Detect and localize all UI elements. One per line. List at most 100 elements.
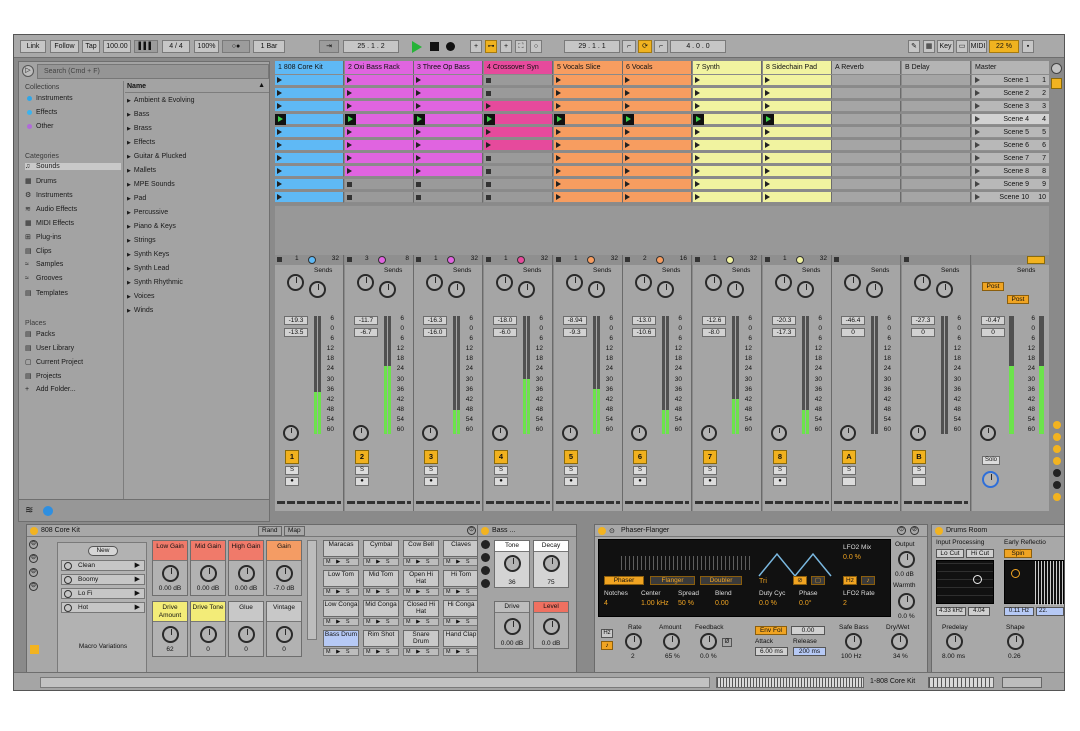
name-item-6[interactable]: ▶ MPE Sounds [127,181,175,188]
predelay-knob[interactable] [946,633,963,650]
clip-launch-icon[interactable] [625,90,630,96]
crossfade-assign[interactable] [347,501,411,504]
stop-all-icon[interactable] [486,257,491,262]
clip-slot[interactable] [275,166,344,177]
release-field[interactable]: 200 ms [793,647,826,656]
send-b-knob[interactable] [518,281,535,298]
name-item-12[interactable]: ▶ Synth Lead [127,265,169,272]
clip-slot[interactable] [484,140,553,151]
clip-slot[interactable] [832,140,901,151]
name-item-1[interactable]: ▶ Bass [127,111,149,118]
variation-apply-icon[interactable]: ▶ [135,603,140,611]
expand-arrow-icon[interactable]: ▶ [127,126,131,132]
tap-button[interactable]: Tap [82,40,100,53]
clip-slot[interactable] [623,192,692,203]
duty-cycle-value[interactable]: 0.0 % [759,600,777,607]
clip-slot[interactable] [554,179,623,190]
show-macros-icon[interactable]: ⊖ [29,540,38,549]
volume-field[interactable]: -12.6 [702,316,726,325]
attack-field[interactable]: 6.00 ms [755,647,788,656]
clip-slot[interactable] [554,127,623,138]
playing-icon[interactable] [278,116,283,122]
clip-launch-icon[interactable] [277,181,282,187]
solo-button[interactable]: S [912,466,926,475]
clip-launch-icon[interactable] [347,103,352,109]
macro-3[interactable]: Gain -7.0 dB [266,540,302,596]
clip-launch-icon[interactable] [765,103,770,109]
clip-slot[interactable] [902,127,971,138]
playing-icon[interactable] [417,116,422,122]
drum-pad-13[interactable]: Rim Shot [363,630,399,647]
phaser-expand-icon[interactable]: ⊙ [609,526,615,538]
stop-all-clips-icon[interactable] [1027,256,1045,264]
clip-slot[interactable] [763,101,832,112]
arm-button[interactable]: ● [285,477,299,486]
clip-slot[interactable] [414,88,483,99]
name-item-2[interactable]: ▶ Brass [127,125,152,132]
pan-knob[interactable] [910,425,926,441]
io-toggle-icon[interactable] [1053,421,1061,429]
clip-slot[interactable] [275,192,344,203]
macro-1[interactable]: Mid Gain 0.00 dB [190,540,226,596]
clip-launch-icon[interactable] [416,129,421,135]
clip-slot[interactable] [554,101,623,112]
bass-button-4-icon[interactable] [481,579,490,588]
clip-slot[interactable] [902,114,971,125]
name-column-header[interactable]: Name ▲ [125,80,269,93]
pan-field[interactable]: -6.0 [493,328,517,337]
category-item-8[interactable]: ≈ Grooves [25,275,121,282]
clip-slot[interactable] [345,88,414,99]
send-a-knob[interactable] [775,274,792,291]
clip-slot[interactable] [623,179,692,190]
crossfade-assign[interactable] [556,501,620,504]
name-item-14[interactable]: ▶ Voices [127,293,154,300]
clip-slot[interactable] [902,153,971,164]
clip-launch-icon[interactable] [695,103,700,109]
arm-button[interactable]: ● [773,477,787,486]
send-b-knob[interactable] [936,281,953,298]
send-a-knob[interactable] [635,274,652,291]
solo-button[interactable]: S [494,466,508,475]
volume-field[interactable]: -19.3 [284,316,308,325]
drive-knob[interactable] [504,618,521,635]
clip-slot[interactable] [902,179,971,190]
env-amount-field[interactable]: 0.00 [791,626,825,635]
clip-slot[interactable] [763,192,832,203]
clip-slot[interactable] [414,127,483,138]
name-item-3[interactable]: ▶ Effects [127,139,155,146]
variation-row[interactable]: Lo Fi ▶ [61,588,145,599]
track-header-6[interactable]: 7 Synth [693,61,762,74]
track-header-4[interactable]: 5 Vocals Slice [554,61,623,74]
clip-slot[interactable] [623,153,692,164]
clip-slot[interactable] [693,101,762,112]
master-pan-field[interactable]: 0 [981,328,1005,337]
new-variation-button[interactable]: New [88,546,118,556]
warmth-knob[interactable] [898,593,915,610]
clip-slot[interactable] [414,140,483,151]
clip-launch-icon[interactable] [695,142,700,148]
loop-start[interactable]: 29 . 1 . 1 [564,40,620,53]
track-activator[interactable]: 4 [494,450,508,464]
phaser-param-value[interactable]: 50 % [678,600,694,607]
pad-mute-play-solo[interactable]: M ▶ S [363,588,399,596]
clip-slot[interactable] [693,140,762,151]
clip-launch-icon[interactable] [625,142,630,148]
variation-apply-icon[interactable]: ▶ [135,561,140,569]
clip-launch-icon[interactable] [765,90,770,96]
expand-arrow-icon[interactable]: ▶ [127,196,131,202]
clip-launch-icon[interactable] [277,103,282,109]
clip-launch-icon[interactable] [556,129,561,135]
macro-knob[interactable] [162,626,179,643]
pan-field[interactable]: -13.5 [284,328,308,337]
master-volume-field[interactable]: -0.47 [981,316,1005,325]
clip-slot[interactable] [345,114,414,125]
name-item-15[interactable]: ▶ Winds [127,307,153,314]
clip-launch-icon[interactable] [625,129,630,135]
stop-all-icon[interactable] [416,257,421,262]
doubler-mode-button[interactable]: Doubler [700,576,742,585]
clip-launch-icon[interactable] [765,194,770,200]
clip-slot[interactable] [902,166,971,177]
post-button-b[interactable]: Post [1007,295,1029,304]
pan-knob[interactable] [840,425,856,441]
variation-select-icon[interactable] [64,562,72,570]
